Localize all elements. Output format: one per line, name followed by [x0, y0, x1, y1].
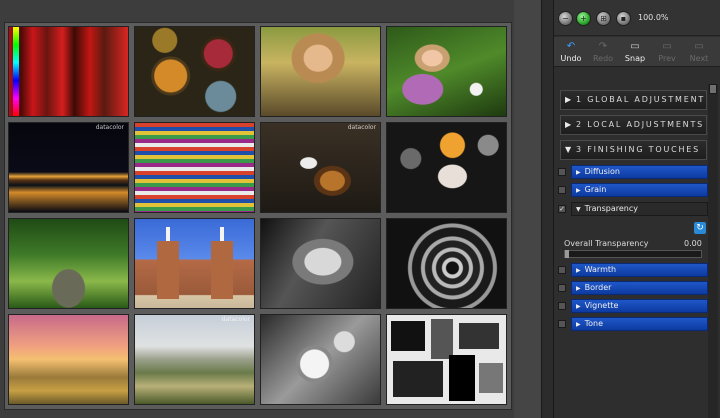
transparency-checkbox[interactable]: ✓	[558, 205, 566, 213]
thumbnail-chili-peppers[interactable]	[8, 26, 129, 117]
expand-arrow-icon: ▶	[576, 169, 581, 176]
zoom-in-icon[interactable]: +	[576, 11, 591, 26]
grain-checkbox[interactable]	[558, 186, 566, 194]
thumbnail-city-night[interactable]: datacolor	[8, 122, 129, 213]
workspace-gutter	[514, 0, 544, 418]
next-button[interactable]: ▭ Next	[684, 40, 714, 66]
undo-button[interactable]: ↶ Undo	[556, 40, 586, 66]
zoom-out-icon[interactable]: −	[558, 11, 573, 26]
tone-checkbox[interactable]	[558, 320, 566, 328]
redo-label: Redo	[592, 54, 614, 63]
redo-icon: ↷	[598, 41, 608, 52]
watermark: datacolor	[95, 124, 124, 131]
thumbnail-tuscany-hills[interactable]: datacolor	[134, 314, 255, 405]
reset-icon[interactable]: ↻	[694, 222, 706, 234]
zoom-level: 100.0%	[638, 13, 669, 22]
watermark: datacolor	[221, 316, 250, 323]
border-checkbox[interactable]	[558, 284, 566, 292]
watermark: datacolor	[347, 124, 376, 131]
border-bar[interactable]: ▶ Border	[571, 281, 708, 295]
prev-label: Prev	[658, 54, 676, 63]
next-icon: ▭	[694, 41, 704, 52]
image-grid: datacolor datacolor datacolor	[4, 22, 512, 410]
grid-scrollbar[interactable]	[541, 0, 554, 418]
warmth-bar[interactable]: ▶ Warmth	[571, 263, 708, 277]
expand-arrow-icon: ▶	[576, 187, 581, 194]
thumbnail-motorcycle[interactable]	[260, 314, 381, 405]
expand-arrow-icon: ▶	[565, 120, 573, 129]
panel-scrollbar-thumb[interactable]	[709, 84, 717, 94]
next-label: Next	[689, 54, 709, 63]
overall-transparency-label: Overall Transparency	[564, 239, 649, 248]
prev-icon: ▭	[662, 41, 672, 52]
thumbnail-garden[interactable]	[8, 218, 129, 309]
expand-arrow-icon: ▶	[565, 95, 573, 104]
item-border: ▶ Border	[558, 281, 708, 295]
item-diffusion: ▶ Diffusion	[558, 165, 708, 179]
thumbnail-spiral-stairs[interactable]	[386, 218, 507, 309]
collapse-arrow-icon: ▼	[565, 145, 573, 154]
thumbnail-girl-flowers[interactable]	[386, 26, 507, 117]
tone-bar[interactable]: ▶ Tone	[571, 317, 708, 331]
diffusion-checkbox[interactable]	[558, 168, 566, 176]
thumbnail-test-chart[interactable]	[386, 314, 507, 405]
thumbnail-woman-portrait[interactable]	[260, 26, 381, 117]
thumbnail-dancer[interactable]	[386, 122, 507, 213]
diffusion-bar[interactable]: ▶ Diffusion	[571, 165, 708, 179]
fit-to-window-icon[interactable]: ⊞	[596, 11, 611, 26]
section-local-adjustments[interactable]: ▶ 2 LOCAL ADJUSTMENTS	[560, 115, 707, 135]
snap-button[interactable]: ▭ Snap	[620, 40, 650, 66]
edit-toolbar: ↶ Undo ↷ Redo ▭ Snap ▭ Prev ▭ Next	[554, 37, 720, 67]
item-tone: ▶ Tone	[558, 317, 708, 331]
warmth-checkbox[interactable]	[558, 266, 566, 274]
vignette-bar[interactable]: ▶ Vignette	[571, 299, 708, 313]
thumbnail-beads[interactable]	[134, 122, 255, 213]
expand-arrow-icon: ▶	[576, 285, 581, 292]
snap-label: Snap	[624, 54, 646, 63]
item-grain: ▶ Grain	[558, 183, 708, 197]
item-transparency: ✓ ▼ Transparency	[558, 202, 708, 216]
expand-arrow-icon: ▶	[576, 303, 581, 310]
thumbnail-adobe-church[interactable]	[134, 218, 255, 309]
transparency-bar[interactable]: ▼ Transparency	[571, 202, 708, 216]
panel-scrollbar[interactable]	[708, 84, 718, 418]
overall-transparency-slider[interactable]	[564, 250, 702, 258]
item-vignette: ▶ Vignette	[558, 299, 708, 313]
section-global-adjustment[interactable]: ▶ 1 GLOBAL ADJUSTMENT	[560, 90, 707, 110]
section-finishing-touches[interactable]: ▼ 3 FINISHING TOUCHES	[560, 140, 707, 160]
slider-knob[interactable]	[565, 250, 569, 258]
snap-icon: ▭	[630, 41, 640, 52]
expand-arrow-icon: ▶	[576, 267, 581, 274]
zoom-toolbar: − + ⊞ ▪ 100.0%	[554, 0, 720, 36]
app-window: datacolor datacolor datacolor − + ⊞ ▪ 10…	[0, 0, 720, 418]
adjustments-panel: − + ⊞ ▪ 100.0% ↶ Undo ↷ Redo ▭ Snap ▭ Pr…	[554, 0, 720, 418]
collapse-arrow-icon: ▼	[576, 206, 581, 213]
undo-label: Undo	[560, 54, 582, 63]
vignette-checkbox[interactable]	[558, 302, 566, 310]
prev-button[interactable]: ▭ Prev	[652, 40, 682, 66]
expand-arrow-icon: ▶	[576, 321, 581, 328]
thumbnail-bass-player[interactable]: datacolor	[260, 122, 381, 213]
thumbnail-bowls[interactable]	[134, 26, 255, 117]
actual-size-icon[interactable]: ▪	[616, 11, 631, 26]
thumbnail-man-portrait[interactable]	[260, 218, 381, 309]
overall-transparency-value: 0.00	[684, 239, 702, 248]
undo-icon: ↶	[566, 41, 576, 52]
thumbnail-sunset-field[interactable]	[8, 314, 129, 405]
grain-bar[interactable]: ▶ Grain	[571, 183, 708, 197]
redo-button[interactable]: ↷ Redo	[588, 40, 618, 66]
item-warmth: ▶ Warmth	[558, 263, 708, 277]
